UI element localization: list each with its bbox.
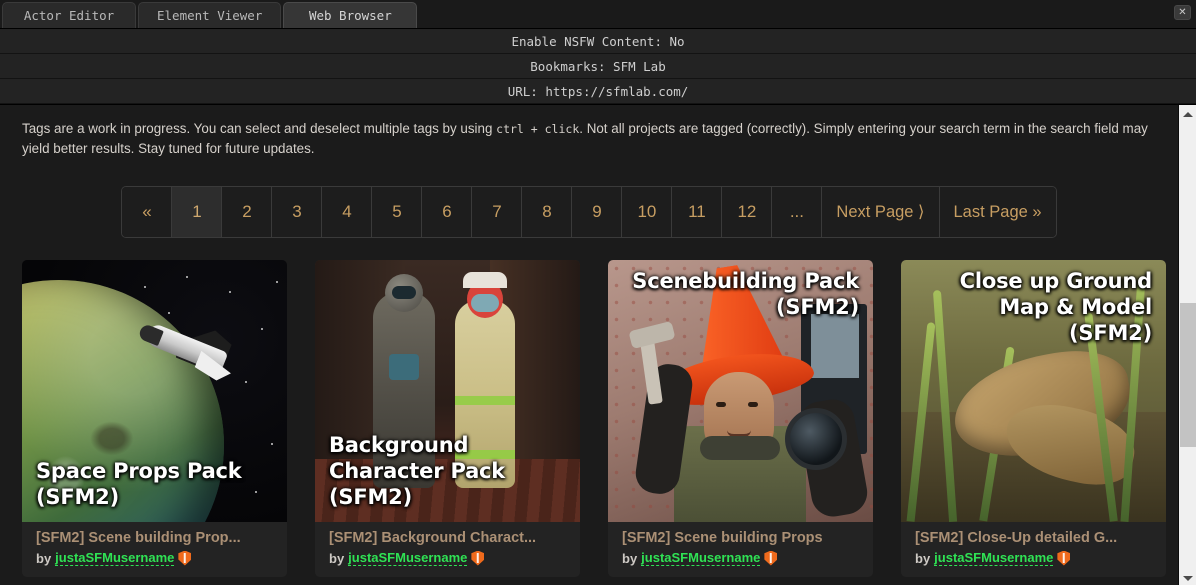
page-5[interactable]: 5 xyxy=(372,187,423,237)
by-label: by xyxy=(36,550,52,566)
nsfw-setting-row[interactable]: Enable NSFW Content: No xyxy=(0,29,1196,54)
camera-lens-icon xyxy=(785,408,847,470)
page-label: 5 xyxy=(392,202,402,221)
url-label: URL: https://sfmlab.com/ xyxy=(507,83,689,99)
page-7[interactable]: 7 xyxy=(472,187,523,237)
scroll-up-arrow-icon[interactable] xyxy=(1179,105,1196,123)
project-title[interactable]: [SFM2] Background Charact... xyxy=(329,530,566,546)
web-page: Tags are a work in progress. You can sel… xyxy=(0,105,1178,585)
page-label: 11 xyxy=(688,202,706,221)
page-label: 8 xyxy=(542,202,552,221)
page-12[interactable]: 12 xyxy=(722,187,773,237)
thumbnail-overlay-title: Space Props Pack (SFM2) xyxy=(36,459,242,509)
project-byline: by justaSFMusername xyxy=(36,550,273,566)
nsfw-setting-label: Enable NSFW Content: No xyxy=(511,33,685,49)
project-title[interactable]: [SFM2] Close-Up detailed G... xyxy=(915,530,1152,546)
tags-notice-part1: Tags are a work in progress. You can sel… xyxy=(22,121,497,136)
page-10[interactable]: 10 xyxy=(622,187,673,237)
page-label: 1 xyxy=(192,202,202,221)
by-label: by xyxy=(915,550,931,566)
project-byline: by justaSFMusername xyxy=(915,550,1152,566)
tab-element-viewer[interactable]: Element Viewer xyxy=(138,2,282,28)
project-meta: [SFM2] Background Charact... by justaSFM… xyxy=(315,522,580,577)
page-label: 12 xyxy=(737,202,757,221)
by-label: by xyxy=(622,550,638,566)
scroll-down-arrow-icon[interactable] xyxy=(1179,569,1196,585)
verified-shield-icon xyxy=(471,550,485,566)
project-title[interactable]: [SFM2] Scene building Prop... xyxy=(36,530,273,546)
verified-shield-icon xyxy=(764,550,778,566)
project-thumbnail[interactable]: Close up Ground Map & Model (SFM2) xyxy=(901,260,1166,522)
project-meta: [SFM2] Scene building Props by justaSFMu… xyxy=(608,522,873,577)
page-3[interactable]: 3 xyxy=(272,187,323,237)
page-first[interactable]: « xyxy=(122,187,173,237)
by-label: by xyxy=(329,550,345,566)
bookmarks-label: Bookmarks: SFM Lab xyxy=(530,58,666,74)
pagination-wrap: « 1 2 3 4 5 6 7 8 9 10 11 12 ... Next Pa… xyxy=(22,186,1156,238)
project-byline: by justaSFMusername xyxy=(329,550,566,566)
page-2[interactable]: 2 xyxy=(222,187,273,237)
project-byline: by justaSFMusername xyxy=(622,550,859,566)
page-label: 6 xyxy=(442,202,452,221)
window-tab-bar: Actor Editor Element Viewer Web Browser … xyxy=(0,0,1196,29)
project-thumbnail[interactable]: Background Character Pack (SFM2) xyxy=(315,260,580,522)
page-1[interactable]: 1 xyxy=(172,187,223,237)
page-label: ... xyxy=(789,202,804,221)
author-link[interactable]: justaSFMusername xyxy=(641,550,761,566)
close-glyph: ✕ xyxy=(1178,6,1187,18)
tags-notice: Tags are a work in progress. You can sel… xyxy=(22,119,1150,159)
page-9[interactable]: 9 xyxy=(572,187,623,237)
project-card[interactable]: Close up Ground Map & Model (SFM2) [SFM2… xyxy=(901,260,1166,577)
project-title[interactable]: [SFM2] Scene building Props xyxy=(622,530,859,546)
project-meta: [SFM2] Close-Up detailed G... by justaSF… xyxy=(901,522,1166,577)
project-card[interactable]: Space Props Pack (SFM2) [SFM2] Scene bui… xyxy=(22,260,287,577)
page-label: Next Page ⟩ xyxy=(836,203,925,221)
author-link[interactable]: justaSFMusername xyxy=(934,550,1054,566)
project-thumbnail[interactable]: Space Props Pack (SFM2) xyxy=(22,260,287,522)
tab-label: Actor Editor xyxy=(23,8,115,23)
verified-shield-icon xyxy=(178,550,192,566)
tab-label: Web Browser xyxy=(308,8,392,23)
verified-shield-icon xyxy=(1057,550,1071,566)
page-11[interactable]: 11 xyxy=(672,187,723,237)
page-label: 2 xyxy=(242,202,252,221)
page-next[interactable]: Next Page ⟩ xyxy=(822,187,940,237)
page-label: 9 xyxy=(592,202,602,221)
page-label: 3 xyxy=(292,202,302,221)
page-6[interactable]: 6 xyxy=(422,187,473,237)
page-scrollbar[interactable] xyxy=(1178,105,1196,585)
author-link[interactable]: justaSFMusername xyxy=(55,550,175,566)
bookmarks-row[interactable]: Bookmarks: SFM Lab xyxy=(0,54,1196,79)
close-icon[interactable]: ✕ xyxy=(1174,5,1191,20)
project-card[interactable]: Scenebuilding Pack (SFM2) [SFM2] Scene b… xyxy=(608,260,873,577)
tab-web-browser[interactable]: Web Browser xyxy=(283,2,418,28)
page-label: 7 xyxy=(492,202,502,221)
page-ellipsis: ... xyxy=(772,187,823,237)
tags-notice-code: ctrl + click xyxy=(496,122,580,136)
thumbnail-overlay-title: Background Character Pack (SFM2) xyxy=(329,433,506,509)
page-label: 10 xyxy=(637,202,657,221)
page-last[interactable]: Last Page » xyxy=(939,187,1056,237)
thumbnail-overlay-title: Scenebuilding Pack (SFM2) xyxy=(632,269,859,319)
page-8[interactable]: 8 xyxy=(522,187,573,237)
project-meta: [SFM2] Scene building Prop... by justaSF… xyxy=(22,522,287,577)
thumbnail-overlay-title: Close up Ground Map & Model (SFM2) xyxy=(959,269,1153,345)
page-label: Last Page » xyxy=(953,202,1042,221)
browser-viewport: Tags are a work in progress. You can sel… xyxy=(0,104,1196,585)
author-link[interactable]: justaSFMusername xyxy=(348,550,468,566)
page-label: « xyxy=(142,202,152,221)
project-card[interactable]: Background Character Pack (SFM2) [SFM2] … xyxy=(315,260,580,577)
url-row[interactable]: URL: https://sfmlab.com/ xyxy=(0,79,1196,104)
tab-actor-editor[interactable]: Actor Editor xyxy=(2,2,136,28)
project-thumbnail[interactable]: Scenebuilding Pack (SFM2) xyxy=(608,260,873,522)
tab-label: Element Viewer xyxy=(157,8,263,23)
project-grid: Space Props Pack (SFM2) [SFM2] Scene bui… xyxy=(22,260,1166,577)
page-4[interactable]: 4 xyxy=(322,187,373,237)
page-label: 4 xyxy=(342,202,352,221)
pagination: « 1 2 3 4 5 6 7 8 9 10 11 12 ... Next Pa… xyxy=(121,186,1057,238)
scrollbar-thumb[interactable] xyxy=(1180,303,1196,447)
